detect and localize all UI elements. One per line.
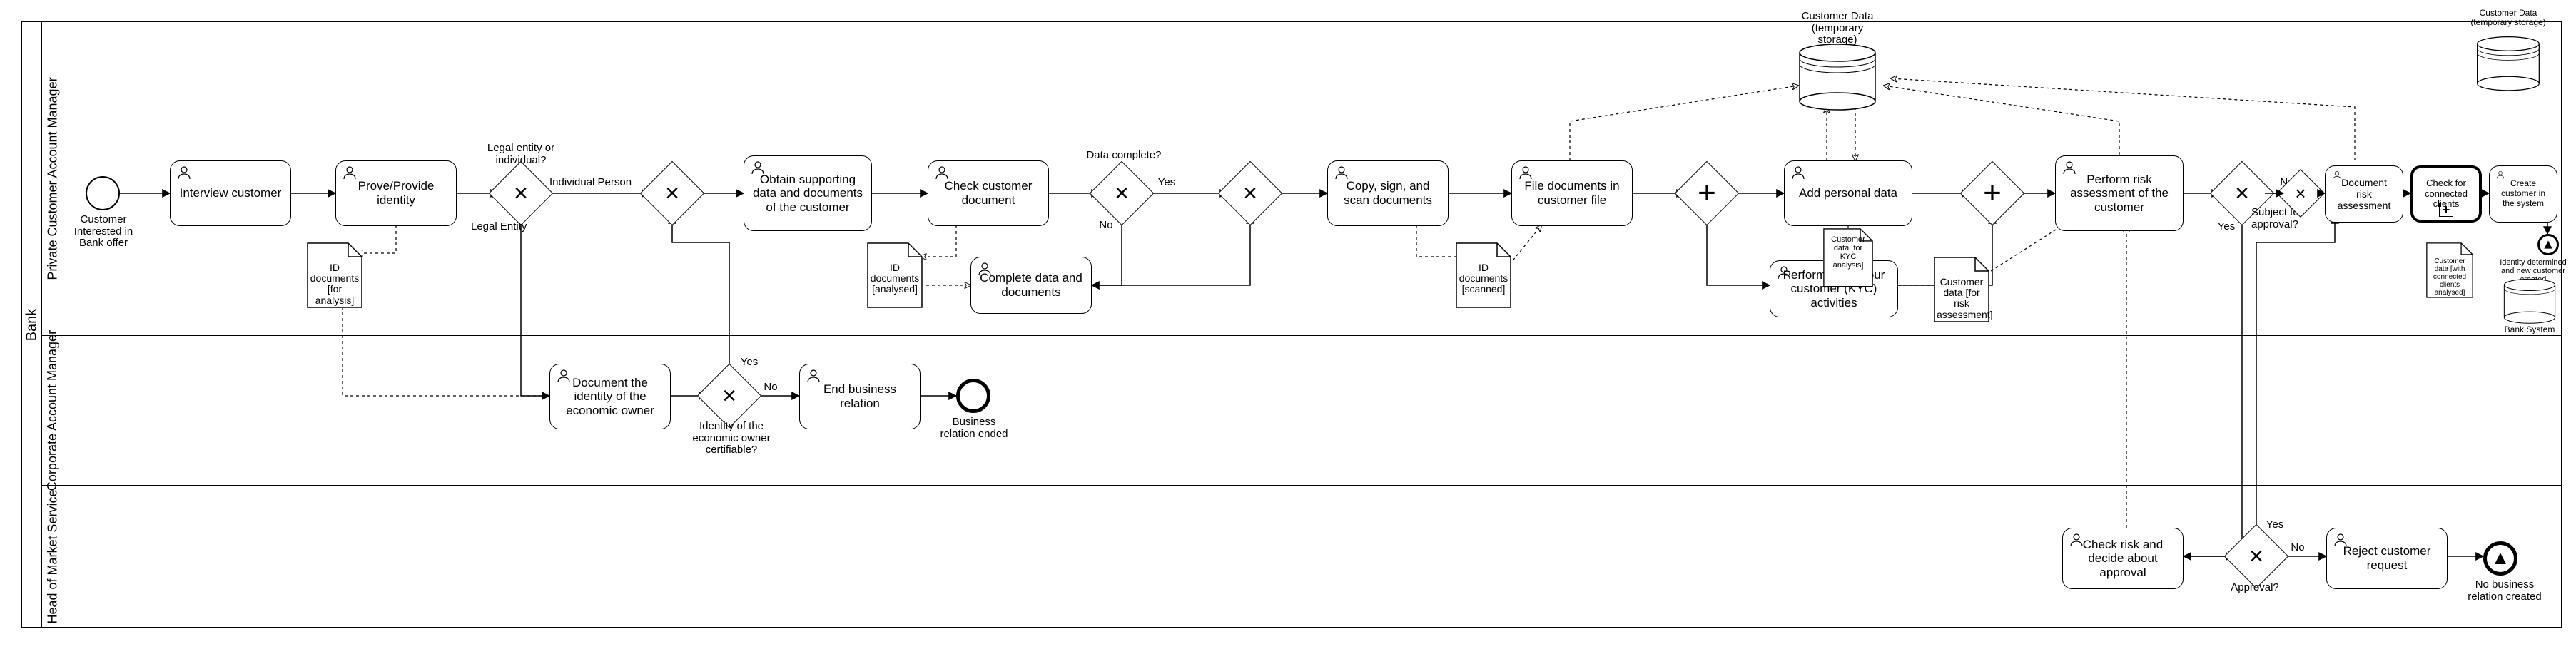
gateway-parallel-split: + bbox=[1684, 170, 1730, 216]
task-file: File documents in customer file bbox=[1511, 160, 1633, 226]
datastore-temp2-label: Customer Data (temporary storage) bbox=[2465, 9, 2551, 27]
gateway-data-label: Data complete? bbox=[1077, 150, 1170, 162]
pool-title-text: Bank bbox=[24, 308, 40, 341]
data-id-analysis: ID documents [for analysis] bbox=[307, 242, 362, 308]
gateway-entity-leg: Legal Entity bbox=[471, 221, 542, 233]
task-interview: Interview customer bbox=[170, 160, 291, 226]
signal-icon-2 bbox=[2487, 545, 2514, 572]
bpmn-canvas: Bank Private Customer Account Manager Co… bbox=[0, 0, 2576, 649]
gateway-data-no: No bbox=[1092, 220, 1120, 232]
start-event-label: Customer Interested in Bank offer bbox=[64, 214, 143, 250]
gateway-entity-label: Legal entity or individual? bbox=[478, 143, 564, 166]
task-risk: Perform risk assessment of the customer bbox=[2055, 155, 2184, 231]
gw-merge-app: × bbox=[2283, 176, 2318, 210]
task-complete: Complete data and documents bbox=[970, 257, 1092, 314]
gateway-data-yes: Yes bbox=[1152, 177, 1181, 189]
box-create-cust: Create customer in the system bbox=[2489, 165, 2557, 223]
datastore-temp1 bbox=[1798, 43, 1877, 111]
gateway-approval-yes: Yes bbox=[2261, 519, 2289, 531]
datastore-temp2 bbox=[2476, 36, 2540, 93]
gateway-data-complete: × bbox=[1099, 170, 1145, 216]
box-check-conn: Check for connected clients + bbox=[2410, 165, 2482, 223]
task-reject: Reject customer request bbox=[2326, 528, 2448, 589]
gateway-owner-label: Identity of the economic owner certifiab… bbox=[685, 421, 778, 456]
task-check-doc: Check customer document bbox=[928, 160, 1049, 226]
gateway-owner-no: No bbox=[756, 382, 785, 394]
end-event-nobiz bbox=[2483, 541, 2517, 576]
pool-title: Bank bbox=[22, 22, 42, 627]
subprocess-marker-icon: + bbox=[2439, 203, 2453, 217]
data-id-scanned: ID documents [scanned] bbox=[1456, 242, 1511, 308]
task-prove-identity: Prove/Provide identity bbox=[335, 160, 457, 226]
gateway-parallel-join: + bbox=[1969, 170, 2015, 216]
task-end-biz: End business relation bbox=[799, 364, 921, 429]
task-doc-owner: Document the identity of the economic ow… bbox=[549, 364, 671, 429]
task-check-risk: Check risk and decide about approval bbox=[2062, 528, 2184, 589]
datastore-temp1-label: Customer Data (temporary storage) bbox=[1791, 11, 1884, 46]
box-doc-risk: Document risk assessment bbox=[2325, 165, 2403, 223]
gateway-approval-label: Approval? bbox=[2219, 582, 2291, 594]
gateway-approval: × bbox=[2233, 533, 2279, 579]
signal-icon bbox=[2540, 236, 2557, 253]
gateway-entity: × bbox=[498, 170, 544, 216]
datastore-bank-sys-label: Bank System bbox=[2498, 325, 2562, 334]
task-copy: Copy, sign, and scan documents bbox=[1327, 160, 1449, 226]
data-cust-risk: Customer data [for risk assessment] bbox=[1934, 257, 1989, 322]
data-cust-kyc: Customer data [for KYC analysis] bbox=[1823, 228, 1873, 264]
end-relation-label: Business relation ended bbox=[935, 417, 1013, 440]
end-nobiz-label: No business relation created bbox=[2462, 579, 2547, 603]
data-cust-conn: Customer data [with connected clients an… bbox=[2426, 242, 2473, 292]
datastore-bank-sys bbox=[2503, 278, 2556, 324]
data-id-analysed: ID documents [analysed] bbox=[867, 242, 923, 308]
start-event bbox=[86, 176, 120, 210]
gateway-approval-no: No bbox=[2283, 542, 2312, 554]
gateway-subject-yes: Yes bbox=[2212, 221, 2241, 233]
gateway-merge-entity: × bbox=[649, 170, 695, 216]
task-obtain: Obtain supporting data and documents of … bbox=[744, 155, 872, 231]
lane-corporate: Corporate Account Manager bbox=[42, 336, 2561, 486]
gateway-owner-yes: Yes bbox=[735, 357, 764, 369]
end-identity-final bbox=[2537, 234, 2559, 255]
gateway-entity-ind: Individual Person bbox=[549, 177, 642, 189]
gateway-merge-data: × bbox=[1227, 170, 1273, 216]
lane-title-corporate: Corporate Account Manager bbox=[42, 336, 64, 485]
lane-title-private: Private Customer Account Manager bbox=[42, 22, 64, 335]
lane-title-head: Head of Market Service bbox=[42, 486, 64, 627]
gateway-owner: × bbox=[706, 373, 752, 419]
end-event-relation bbox=[956, 379, 990, 413]
task-add-personal: Add personal data bbox=[1784, 160, 1912, 226]
